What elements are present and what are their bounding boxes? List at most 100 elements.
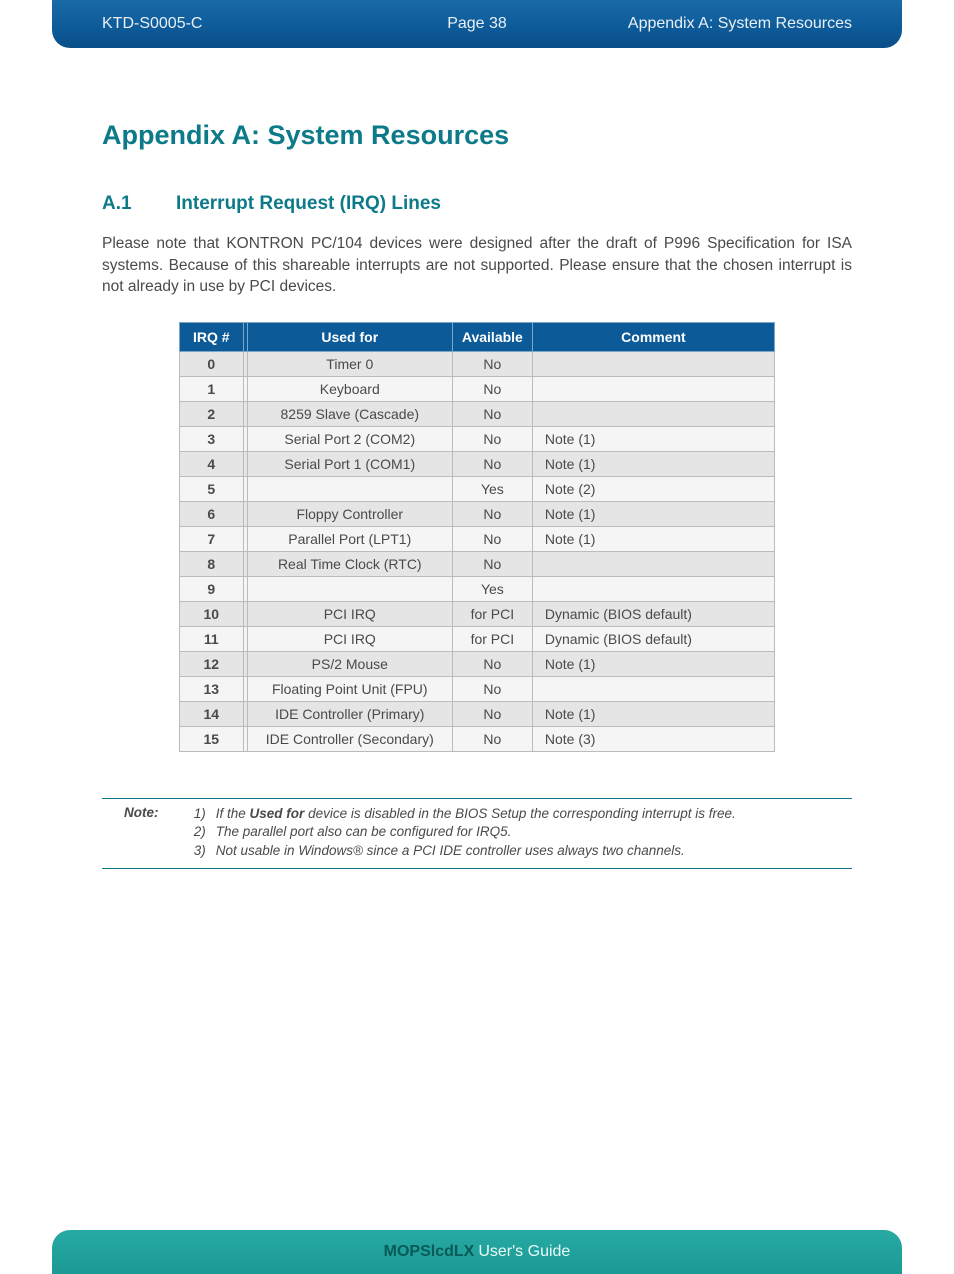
cell-irq: 12 [180,652,244,677]
cell-avail: No [452,677,532,702]
note-label: Note: [124,805,178,820]
table-row: 11PCI IRQfor PCIDynamic (BIOS default) [180,627,775,652]
cell-irq: 7 [180,527,244,552]
table-row: 10PCI IRQfor PCIDynamic (BIOS default) [180,602,775,627]
table-row: 1KeyboardNo [180,377,775,402]
doc-code: KTD-S0005-C [102,15,202,33]
note-row: 3)Not usable in Windows® since a PCI IDE… [182,842,736,860]
footer-rest: User's Guide [478,1243,570,1261]
table-row: 5YesNote (2) [180,477,775,502]
th-avail: Available [452,323,532,352]
cell-irq: 1 [180,377,244,402]
table-row: 13Floating Point Unit (FPU)No [180,677,775,702]
table-row: 28259 Slave (Cascade)No [180,402,775,427]
cell-irq: 8 [180,552,244,577]
cell-irq: 9 [180,577,244,602]
cell-avail: No [452,702,532,727]
cell-irq: 10 [180,602,244,627]
table-row: 8Real Time Clock (RTC)No [180,552,775,577]
note-number: 1) [182,805,206,823]
cell-avail: No [452,352,532,377]
cell-comment: Note (1) [532,652,774,677]
irq-table: IRQ # Used for Available Comment 0Timer … [179,322,775,752]
cell-used: Serial Port 1 (COM1) [247,452,452,477]
cell-irq: 0 [180,352,244,377]
table-row: 6Floppy ControllerNoNote (1) [180,502,775,527]
header-section: Appendix A: System Resources [628,15,852,33]
note-row: 1)If the Used for device is disabled in … [182,805,736,823]
section-number: A.1 [102,193,176,215]
note-number: 3) [182,842,206,860]
doc-header: KTD-S0005-C Page 38 Appendix A: System R… [52,0,902,48]
table-row: 14IDE Controller (Primary)NoNote (1) [180,702,775,727]
cell-avail: for PCI [452,627,532,652]
table-row: 4Serial Port 1 (COM1)NoNote (1) [180,452,775,477]
cell-irq: 15 [180,727,244,752]
th-irq: IRQ # [180,323,244,352]
cell-avail: No [452,502,532,527]
intro-paragraph: Please note that KONTRON PC/104 devices … [102,233,852,298]
cell-used: Floating Point Unit (FPU) [247,677,452,702]
notes-box: Note: 1)If the Used for device is disabl… [102,798,852,869]
footer-product: MOPSlcdLX [384,1243,475,1261]
note-list: 1)If the Used for device is disabled in … [182,805,736,860]
cell-comment: Note (3) [532,727,774,752]
cell-comment [532,677,774,702]
cell-used: PCI IRQ [247,602,452,627]
cell-comment [532,402,774,427]
cell-avail: for PCI [452,602,532,627]
cell-avail: No [452,527,532,552]
cell-irq: 11 [180,627,244,652]
table-header-row: IRQ # Used for Available Comment [180,323,775,352]
table-row: 0Timer 0No [180,352,775,377]
cell-comment [532,577,774,602]
cell-irq: 4 [180,452,244,477]
page-title: Appendix A: System Resources [102,120,852,151]
cell-comment: Note (2) [532,477,774,502]
cell-comment [532,377,774,402]
cell-avail: No [452,452,532,477]
cell-used: Serial Port 2 (COM2) [247,427,452,452]
cell-avail: No [452,402,532,427]
cell-used: Parallel Port (LPT1) [247,527,452,552]
section-heading: A.1Interrupt Request (IRQ) Lines [102,193,852,215]
cell-used: IDE Controller (Primary) [247,702,452,727]
cell-irq: 3 [180,427,244,452]
cell-avail: No [452,377,532,402]
table-row: 9 Yes [180,577,775,602]
cell-used: Keyboard [247,377,452,402]
cell-avail: No [452,552,532,577]
note-bold: Used for [250,806,305,821]
cell-comment [532,352,774,377]
cell-comment: Dynamic (BIOS default) [532,602,774,627]
cell-used: Timer 0 [247,352,452,377]
cell-used: PS/2 Mouse [247,652,452,677]
cell-avail: Yes [452,577,532,602]
cell-comment [532,552,774,577]
table-row: 3Serial Port 2 (COM2)NoNote (1) [180,427,775,452]
cell-used: Real Time Clock (RTC) [247,552,452,577]
table-row: 15IDE Controller (Secondary)NoNote (3) [180,727,775,752]
cell-comment: Note (1) [532,702,774,727]
cell-avail: No [452,652,532,677]
cell-irq: 6 [180,502,244,527]
cell-avail: No [452,727,532,752]
cell-comment: Dynamic (BIOS default) [532,627,774,652]
page-number: Page 38 [447,15,507,33]
th-used: Used for [247,323,452,352]
cell-used: Floppy Controller [247,502,452,527]
cell-avail: No [452,427,532,452]
note-number: 2) [182,823,206,841]
th-comment: Comment [532,323,774,352]
doc-footer: MOPSlcdLX User's Guide [52,1230,902,1274]
cell-avail: Yes [452,477,532,502]
cell-used: 8259 Slave (Cascade) [247,402,452,427]
cell-irq: 2 [180,402,244,427]
cell-comment: Note (1) [532,452,774,477]
page-content: Appendix A: System Resources A.1Interrup… [102,120,852,869]
cell-comment: Note (1) [532,502,774,527]
cell-comment: Note (1) [532,527,774,552]
table-row: 12PS/2 MouseNoNote (1) [180,652,775,677]
note-row: 2)The parallel port also can be configur… [182,823,736,841]
cell-irq: 13 [180,677,244,702]
